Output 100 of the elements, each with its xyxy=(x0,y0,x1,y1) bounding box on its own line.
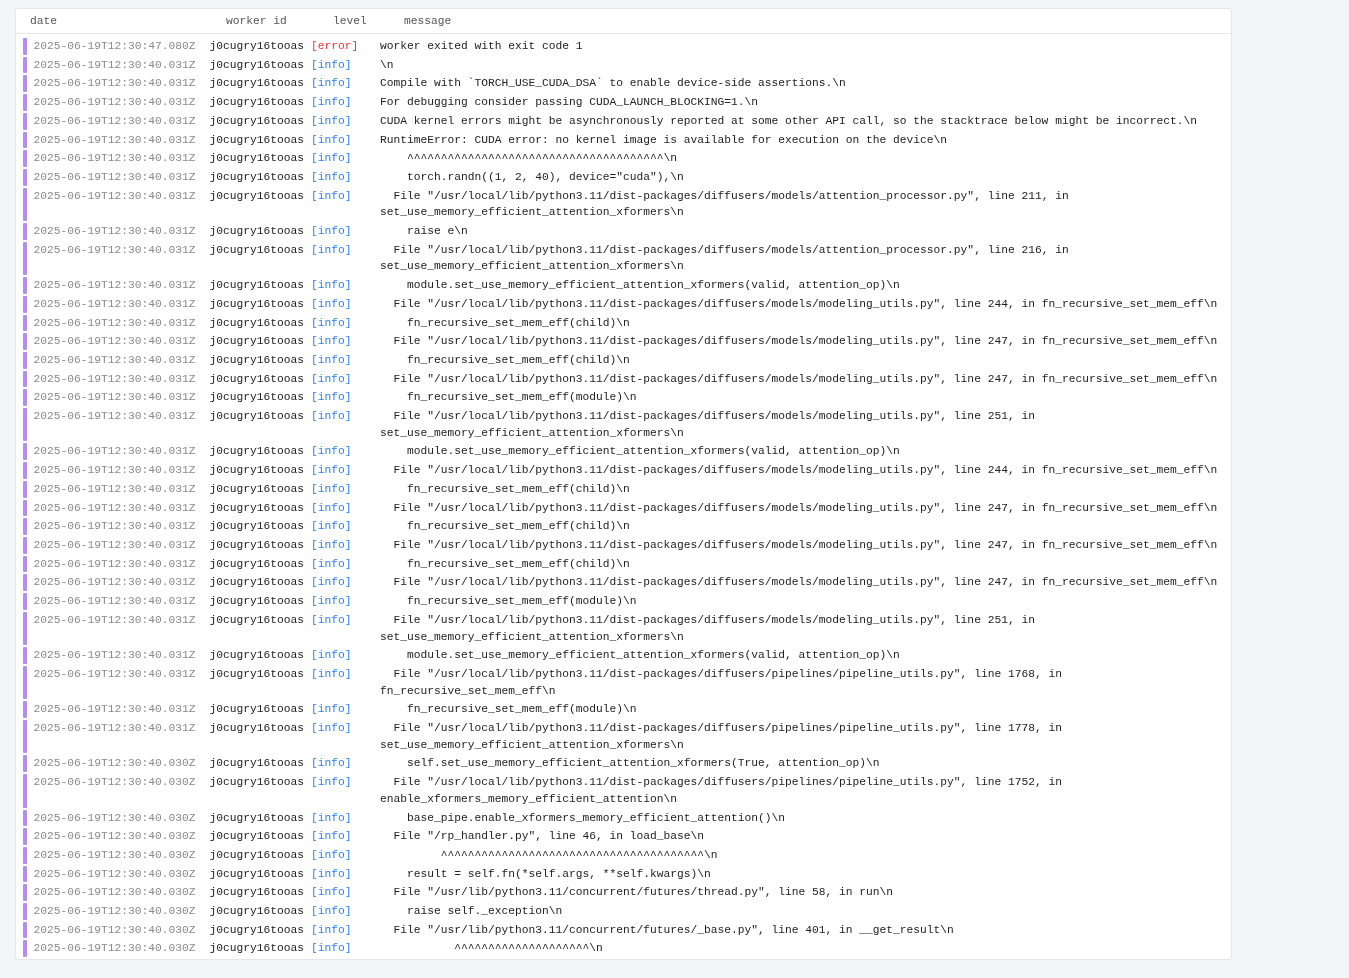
log-date: 2025-06-19T12:30:40.031Z xyxy=(33,463,197,479)
log-date: 2025-06-19T12:30:40.031Z xyxy=(33,538,197,553)
log-date: 2025-06-19T12:30:40.031Z xyxy=(33,132,197,148)
column-header: date xyxy=(30,15,58,27)
log-date: 2025-06-19T12:30:40.030Z xyxy=(33,829,197,845)
log-level: [info] xyxy=(311,538,353,553)
log-message: raise e\n xyxy=(406,224,469,240)
log-date: 2025-06-19T12:30:40.031Z xyxy=(33,169,197,185)
worker-id: j0cugry16tooas xyxy=(209,847,304,863)
log-message: ^^^^^^^^^^^^^^^^^^^^^^^^^^^^^^^^^^^^^^\n xyxy=(406,151,679,167)
log-date: 2025-06-19T12:30:40.031Z xyxy=(33,57,197,73)
log-date: 2025-06-19T12:30:40.031Z xyxy=(33,315,197,331)
log-date: 2025-06-19T12:30:40.031Z xyxy=(33,352,197,368)
log-level: [info] xyxy=(311,904,353,920)
log-level: [info] xyxy=(311,132,353,148)
worker-id: j0cugry16tooas xyxy=(209,95,304,111)
log-message: ^^^^^^^^^^^^^^^^^^^^^^^^^^^^^^^^^^^^^^^\n xyxy=(439,847,719,863)
log-message: ^^^^^^^^^^^^^^^^^^^^\n xyxy=(453,941,604,957)
log-message: fn_recursive_set_mem_eff(module)\n xyxy=(406,702,638,718)
log-level: [info] xyxy=(311,866,353,882)
worker-id: j0cugry16tooas xyxy=(209,242,304,258)
log-level: [info] xyxy=(311,151,353,167)
log-message: RuntimeError: CUDA error: no kernel image is available for execution on the device\n xyxy=(380,132,949,148)
log-message: File "/usr/lib/python3.11/concurrent/futures/_base.py", line 401, in __get_result\n xyxy=(392,922,955,938)
log-message: File "/usr/local/lib/python3.11/dist-packages/diffusers/models/modeling_utils.py", line 247, in fn_recursive_set_mem_eff\n xyxy=(392,575,1219,591)
log-level: [info] xyxy=(311,941,353,957)
log-level: [info] xyxy=(311,188,353,204)
column-header: worker id xyxy=(226,15,288,27)
worker-id: j0cugry16tooas xyxy=(209,775,304,791)
log-level: [info] xyxy=(311,296,353,312)
worker-id: j0cugry16tooas xyxy=(209,594,304,610)
log-level: [info] xyxy=(311,352,353,368)
log-message: fn_recursive_set_mem_eff(module)\n xyxy=(406,594,638,610)
log-message: File "/usr/local/lib/python3.11/dist-packages/diffusers/models/modeling_utils.py", line 247, in fn_recursive_set_mem_eff\n xyxy=(392,334,1219,350)
log-level: [info] xyxy=(311,242,353,258)
log-date: 2025-06-19T12:30:40.031Z xyxy=(33,76,197,92)
log-date: 2025-06-19T12:30:40.031Z xyxy=(33,390,197,406)
worker-id: j0cugry16tooas xyxy=(209,648,304,664)
worker-id: j0cugry16tooas xyxy=(209,151,304,167)
log-date: 2025-06-19T12:30:40.030Z xyxy=(33,922,197,938)
log-message: Compile with `TORCH_USE_CUDA_DSA` to enable device-side assertions.\n xyxy=(380,76,847,92)
log-date: 2025-06-19T12:30:40.031Z xyxy=(33,594,197,610)
log-message: File "/usr/local/lib/python3.11/dist-packages/diffusers/models/modeling_utils.py", line 244, in fn_recursive_set_mem_eff\n xyxy=(392,296,1219,312)
log-message: base_pipe.enable_xformers_memory_efficient_attention()\n xyxy=(406,810,787,826)
worker-id: j0cugry16tooas xyxy=(209,352,304,368)
worker-id: j0cugry16tooas xyxy=(209,538,304,553)
log-date: 2025-06-19T12:30:40.030Z xyxy=(33,756,197,772)
log-date: 2025-06-19T12:30:40.030Z xyxy=(33,941,197,957)
log-message: File "/rp_handler.py", line 46, in load_base\n xyxy=(392,829,706,845)
log-level: [info] xyxy=(311,481,353,497)
log-level: [info] xyxy=(311,810,353,826)
log-message: worker exited with exit code 1 xyxy=(380,39,584,54)
log-message: For debugging consider passing CUDA_LAUNCH_BLOCKING=1.\n xyxy=(380,95,760,111)
log-date: 2025-06-19T12:30:40.031Z xyxy=(33,371,197,387)
worker-id: j0cugry16tooas xyxy=(209,866,304,882)
log-date: 2025-06-19T12:30:40.031Z xyxy=(33,556,197,572)
worker-id: j0cugry16tooas xyxy=(209,76,304,92)
worker-id: j0cugry16tooas xyxy=(209,334,304,350)
worker-id: j0cugry16tooas xyxy=(209,278,304,294)
log-message: fn_recursive_set_mem_eff(child)\n xyxy=(406,352,631,368)
log-level: [info] xyxy=(311,224,353,240)
worker-id: j0cugry16tooas xyxy=(209,39,304,54)
worker-id: j0cugry16tooas xyxy=(209,721,304,736)
log-message: fn_recursive_set_mem_eff(child)\n xyxy=(406,556,631,572)
log-message: fn_recursive_set_mem_eff(child)\n xyxy=(406,315,631,331)
log-date: 2025-06-19T12:30:40.031Z xyxy=(33,113,197,129)
log-date: 2025-06-19T12:30:40.031Z xyxy=(33,409,197,425)
log-date: 2025-06-19T12:30:40.031Z xyxy=(33,444,197,460)
log-level: [info] xyxy=(311,612,353,628)
log-message: CUDA kernel errors might be asynchronously reported at some other API call, so the stacktrace below might be incorrect.\n xyxy=(380,113,1198,129)
log-level: [info] xyxy=(311,463,353,479)
log-date: 2025-06-19T12:30:40.030Z xyxy=(33,775,197,791)
log-level: [info] xyxy=(311,390,353,406)
log-level: [info] xyxy=(311,594,353,610)
log-date: 2025-06-19T12:30:40.031Z xyxy=(33,500,197,516)
worker-id: j0cugry16tooas xyxy=(209,481,304,497)
log-date: 2025-06-19T12:30:40.031Z xyxy=(33,519,197,535)
log-date: 2025-06-19T12:30:40.031Z xyxy=(33,666,197,682)
log-level: [info] xyxy=(311,444,353,460)
worker-id: j0cugry16tooas xyxy=(209,829,304,845)
worker-id: j0cugry16tooas xyxy=(209,556,304,572)
log-date: 2025-06-19T12:30:40.031Z xyxy=(33,612,197,628)
worker-id: j0cugry16tooas xyxy=(209,315,304,331)
log-date: 2025-06-19T12:30:40.030Z xyxy=(33,810,197,826)
worker-id: j0cugry16tooas xyxy=(209,113,304,129)
worker-id: j0cugry16tooas xyxy=(209,941,304,957)
worker-id: j0cugry16tooas xyxy=(209,188,304,204)
log-date: 2025-06-19T12:30:40.031Z xyxy=(33,188,197,204)
log-level: [info] xyxy=(311,847,353,863)
log-date: 2025-06-19T12:30:40.031Z xyxy=(33,575,197,591)
log-date: 2025-06-19T12:30:40.031Z xyxy=(33,296,197,312)
worker-id: j0cugry16tooas xyxy=(209,575,304,591)
column-header: level xyxy=(333,15,368,27)
log-level: [info] xyxy=(311,702,353,718)
log-level: [info] xyxy=(311,666,353,682)
log-date: 2025-06-19T12:30:40.031Z xyxy=(33,481,197,497)
log-level: [info] xyxy=(311,556,353,572)
worker-id: j0cugry16tooas xyxy=(209,756,304,772)
log-level: [info] xyxy=(311,95,353,111)
log-date: 2025-06-19T12:30:40.031Z xyxy=(33,702,197,718)
